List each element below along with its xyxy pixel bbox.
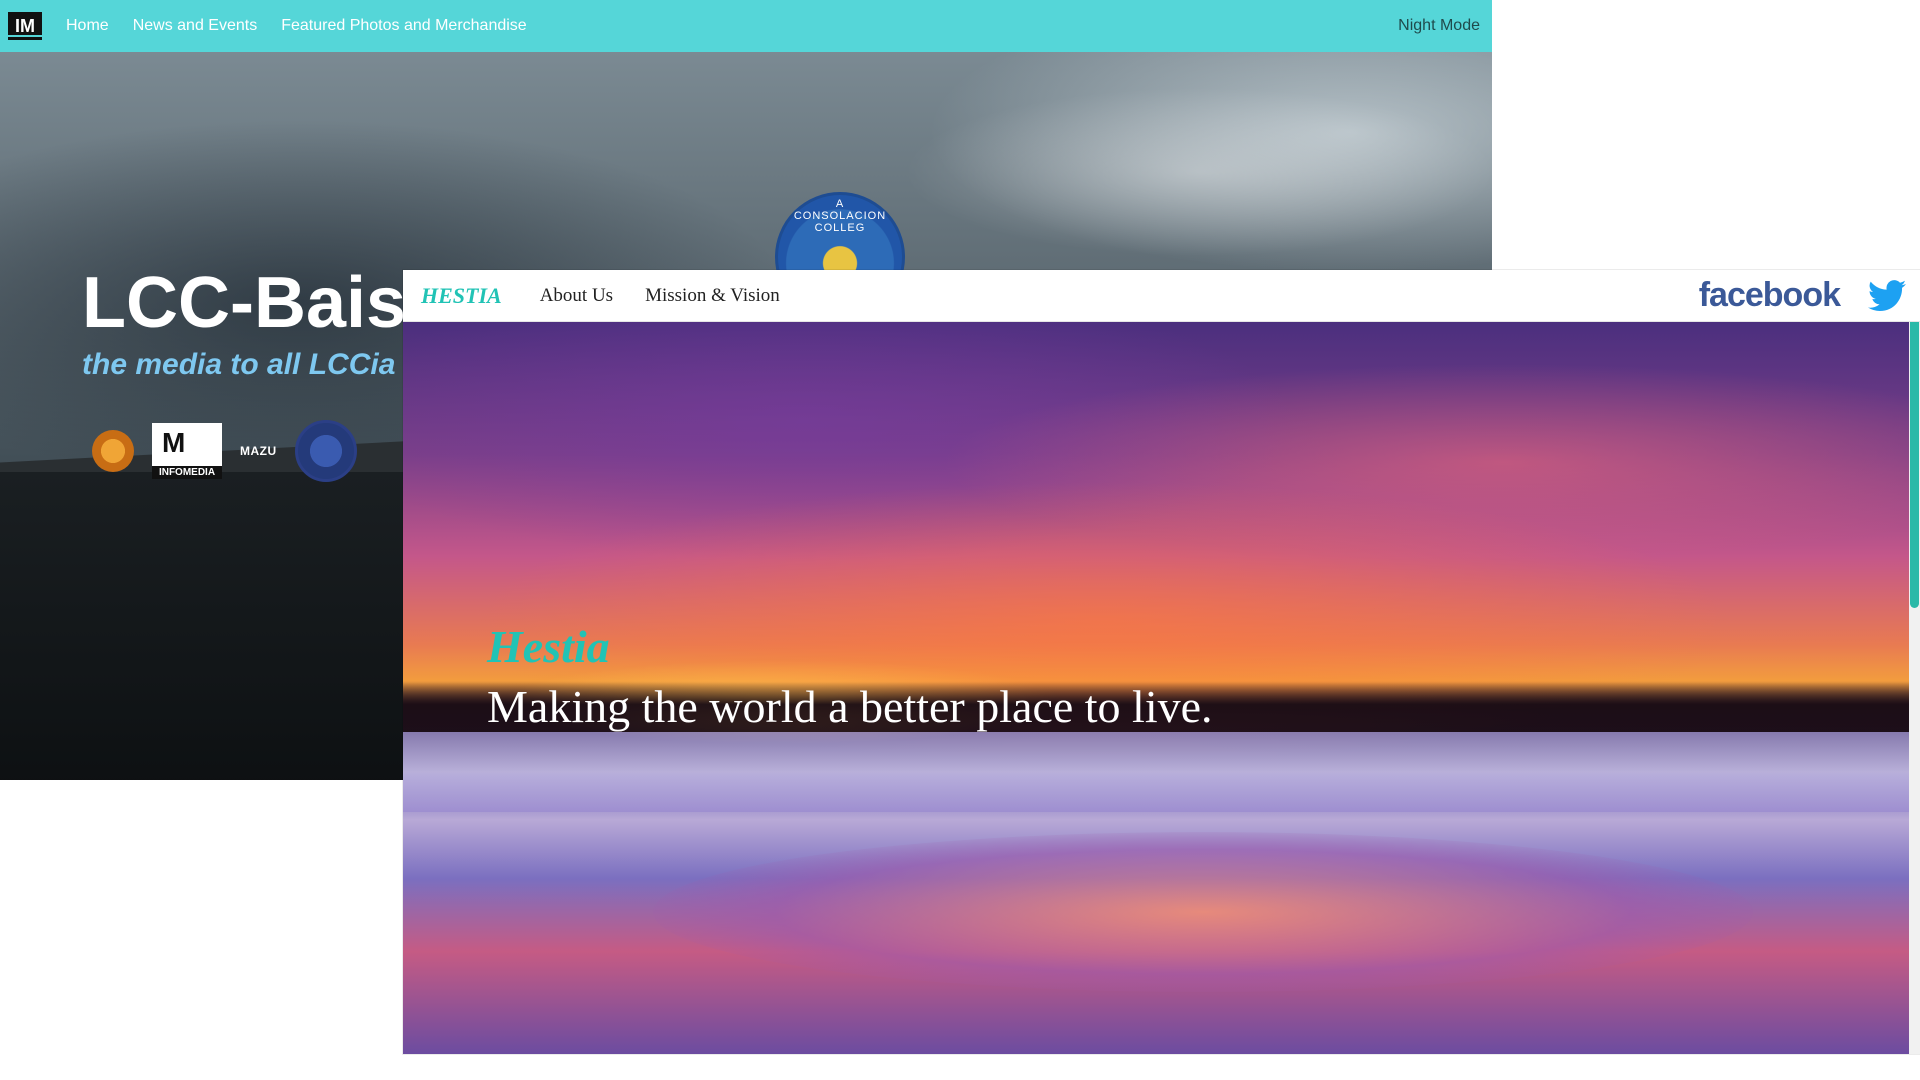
snow-field [403, 732, 1909, 812]
nav-about-us-link[interactable]: About Us [540, 285, 613, 307]
water-reflection [653, 832, 1753, 992]
hestia-hero-background: Hestia Making the world a better place t… [403, 322, 1909, 1054]
flame-logo-icon [92, 430, 134, 472]
nav-home-link[interactable]: Home [66, 17, 109, 35]
infomedia-mark: M [162, 427, 186, 458]
nav-mission-vision-link[interactable]: Mission & Vision [645, 285, 780, 307]
infomedia-label: INFOMEDIA [152, 466, 222, 479]
scrollbar-track[interactable] [1909, 270, 1920, 1054]
lcc-hero-title: LCC-Bais [82, 263, 407, 343]
scrollbar-thumb[interactable] [1910, 274, 1919, 608]
building-silhouette [0, 472, 420, 780]
mazu-logo: MAZU [240, 444, 277, 458]
nav-news-events-link[interactable]: News and Events [133, 17, 258, 35]
college-seal-text: A CONSOLACION COLLEG [793, 198, 887, 234]
facebook-link[interactable]: facebook [1699, 276, 1841, 315]
lcc-navbar: IM Home News and Events Featured Photos … [0, 0, 1492, 52]
infomedia-logo-icon[interactable]: IM [8, 12, 42, 40]
hestia-hero-title: Hestia [487, 621, 610, 672]
nav-featured-photos-link[interactable]: Featured Photos and Merchandise [281, 17, 526, 35]
night-mode-toggle[interactable]: Night Mode [1398, 17, 1480, 35]
partner-logos: M INFOMEDIA MAZU [92, 420, 357, 482]
lcc-hero-subtitle: the media to all LCCia [82, 348, 396, 381]
twitter-icon[interactable] [1868, 279, 1906, 312]
hestia-window: HESTIA About Us Mission & Vision faceboo… [403, 270, 1920, 1054]
infomedia-logo: M INFOMEDIA [152, 423, 222, 479]
hestia-navbar: HESTIA About Us Mission & Vision faceboo… [403, 270, 1920, 322]
hestia-hero-subtitle: Making the world a better place to live. [487, 681, 1213, 732]
crest-logo-icon [294, 420, 357, 482]
hestia-brand-link[interactable]: HESTIA [421, 283, 502, 309]
